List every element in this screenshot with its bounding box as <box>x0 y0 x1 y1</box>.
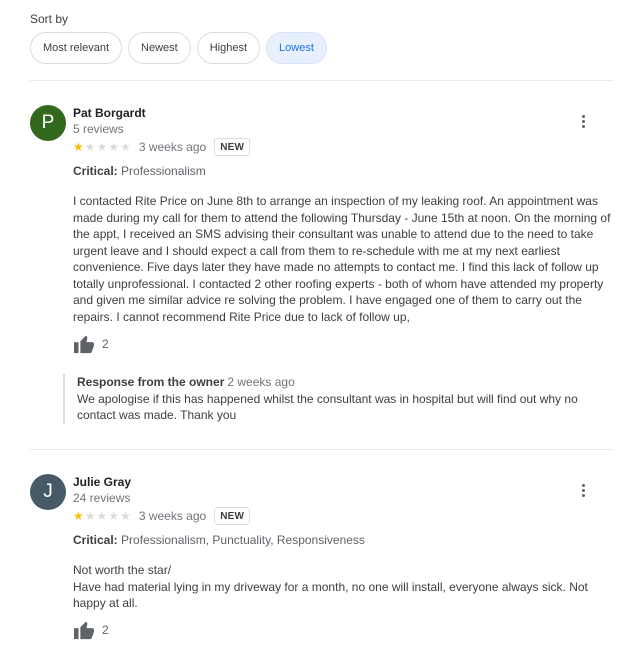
reviewer-review-count: 24 reviews <box>73 491 131 505</box>
rating-row: ★ ★ ★ ★ ★ 3 weeks ago NEW <box>73 138 251 156</box>
star-icon: ★ <box>96 140 108 154</box>
review-time: 3 weeks ago <box>138 509 207 523</box>
critical-line: Critical: Professionalism <box>73 164 206 178</box>
star-icon: ★ <box>120 140 131 154</box>
avatar[interactable]: J <box>30 474 66 510</box>
star-icon: ★ <box>84 509 96 523</box>
like-button[interactable]: 2 <box>73 620 109 640</box>
reviewer-name[interactable]: Julie Gray <box>73 475 131 489</box>
star-icon: ★ <box>73 509 84 523</box>
critical-label: Critical: <box>73 164 118 178</box>
review-text-line: Not worth the star/ <box>73 563 172 577</box>
star-icon: ★ <box>73 140 84 154</box>
reviewer-review-count: 5 reviews <box>73 122 124 136</box>
more-options-button[interactable] <box>574 112 592 130</box>
review-card: P Pat Borgardt 5 reviews ★ ★ ★ ★ ★ 3 wee… <box>30 105 614 435</box>
critical-text: Professionalism <box>121 164 206 178</box>
critical-text: Professionalism, Punctuality, Responsive… <box>121 533 365 547</box>
rating-row: ★ ★ ★ ★ ★ 3 weeks ago NEW <box>73 507 251 525</box>
critical-label: Critical: <box>73 533 118 547</box>
sort-most-relevant-chip[interactable]: Most relevant <box>30 32 123 64</box>
star-icon: ★ <box>120 509 131 523</box>
reviews-panel: Sort by Most relevant Newest Highest Low… <box>0 0 626 648</box>
sort-highest-chip[interactable]: Highest <box>196 32 261 64</box>
review-text-line: I contacted Rite Price on June 8th to ar… <box>73 194 611 324</box>
star-icon: ★ <box>108 509 120 523</box>
star-icon: ★ <box>108 140 120 154</box>
more-vert-icon <box>581 483 585 487</box>
sort-chips: Most relevant Newest Highest Lowest <box>30 32 327 64</box>
review-card: J Julie Gray 24 reviews ★ ★ ★ ★ ★ 3 week… <box>30 474 614 648</box>
review-text: Not worth the star/ Have had material ly… <box>73 562 618 612</box>
thumb-up-icon <box>74 621 94 640</box>
more-vert-icon <box>581 114 585 118</box>
thumb-up-icon <box>74 335 94 354</box>
owner-response-text: We apologise if this has happened whilst… <box>77 391 578 423</box>
more-options-button[interactable] <box>574 481 592 499</box>
new-badge: NEW <box>214 138 251 156</box>
owner-response-label: Response from the owner <box>77 375 225 389</box>
divider <box>30 449 614 450</box>
review-text-line: Have had material lying in my driveway f… <box>73 579 588 611</box>
like-count: 2 <box>102 623 109 637</box>
review-text: I contacted Rite Price on June 8th to ar… <box>73 193 618 325</box>
critical-line: Critical: Professionalism, Punctuality, … <box>73 533 365 547</box>
star-rating: ★ ★ ★ ★ ★ <box>73 510 131 522</box>
like-count: 2 <box>102 337 109 351</box>
reviewer-name[interactable]: Pat Borgardt <box>73 106 146 120</box>
owner-response-header: Response from the owner 2 weeks ago <box>77 374 615 391</box>
star-icon: ★ <box>84 140 96 154</box>
owner-response-time: 2 weeks ago <box>227 375 295 389</box>
star-icon: ★ <box>96 509 108 523</box>
like-button[interactable]: 2 <box>73 334 109 354</box>
sort-newest-chip[interactable]: Newest <box>128 32 191 64</box>
sort-label: Sort by <box>30 12 69 26</box>
new-badge: NEW <box>214 507 251 525</box>
divider <box>30 80 614 81</box>
owner-response: Response from the owner 2 weeks ago We ap… <box>63 374 615 424</box>
review-time: 3 weeks ago <box>138 140 207 154</box>
sort-lowest-chip[interactable]: Lowest <box>266 32 327 64</box>
star-rating: ★ ★ ★ ★ ★ <box>73 141 131 153</box>
avatar[interactable]: P <box>30 105 66 141</box>
